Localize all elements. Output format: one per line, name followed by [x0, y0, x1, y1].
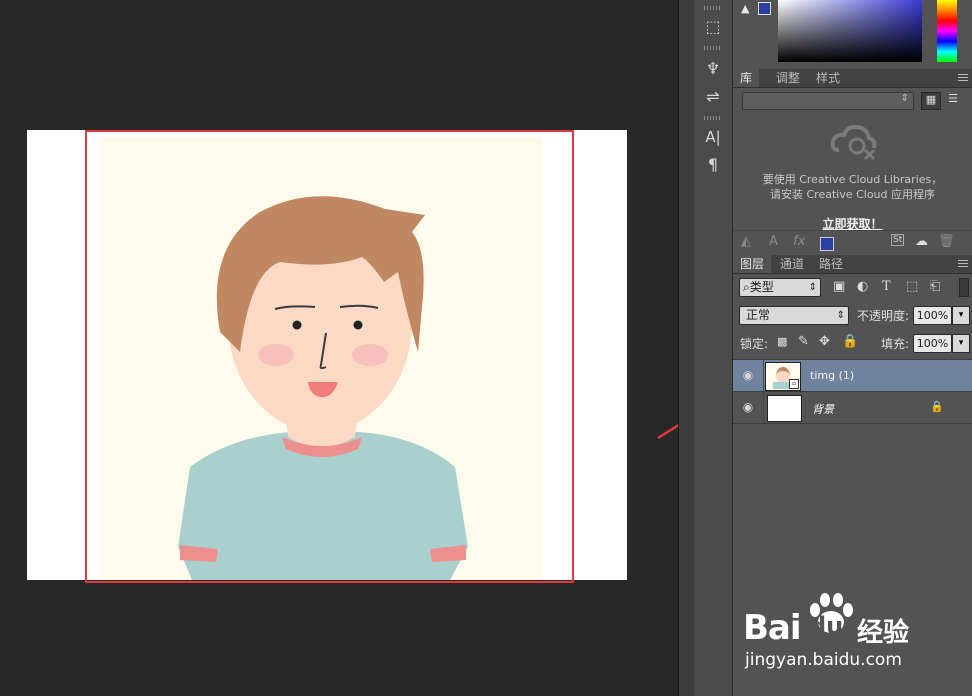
adjust-icon[interactable]: ⇌: [701, 86, 725, 108]
filter-smart-icon[interactable]: ⎗: [930, 279, 940, 294]
tab-styles[interactable]: 样式: [809, 69, 847, 87]
lock-label: 锁定:: [740, 337, 769, 351]
tab-layers[interactable]: 图层: [733, 255, 772, 273]
fill-label: 填充:: [881, 337, 910, 351]
tab-paths[interactable]: 路径: [812, 255, 850, 273]
filter-toggle[interactable]: [959, 278, 969, 297]
stock-icon[interactable]: St: [891, 234, 905, 246]
paragraph-icon[interactable]: ¶: [701, 154, 725, 176]
library-select[interactable]: ⇕: [742, 92, 914, 110]
filter-pixel-icon[interactable]: ▣: [833, 279, 845, 294]
fill-input[interactable]: 100%: [913, 334, 952, 353]
opacity-label: 不透明度:: [857, 309, 910, 323]
add-color-swatch[interactable]: [820, 237, 834, 251]
path-select-icon[interactable]: ⬚: [701, 16, 725, 38]
library-footer: ◭ A fx St ☁ 🗑: [733, 230, 972, 255]
sync-icon[interactable]: ☁: [915, 234, 928, 249]
search-icon: ⌕: [743, 280, 750, 294]
opacity-input[interactable]: 100%: [913, 306, 952, 325]
text-char-icon[interactable]: A|: [701, 126, 725, 148]
lock-all-icon[interactable]: 🔒: [842, 334, 858, 349]
fill-dropdown-icon[interactable]: ▾: [952, 334, 970, 353]
selection-frame: [85, 130, 574, 583]
puppet-icon[interactable]: ♆: [701, 58, 725, 80]
watermark-brand: Bai: [743, 608, 802, 648]
filter-type-icon[interactable]: T: [882, 279, 891, 294]
grip-icon[interactable]: [704, 46, 722, 50]
layer-thumbnail: ▫: [765, 362, 801, 391]
eye-icon[interactable]: ◉: [740, 368, 756, 382]
add-graphic-icon[interactable]: ◭: [741, 234, 751, 249]
panel-menu-icon[interactable]: [958, 260, 968, 268]
layer-row-background[interactable]: ◉ 背景 🔒: [733, 391, 972, 424]
watermark-brand2: du: [809, 612, 844, 640]
tab-library[interactable]: 库: [733, 69, 760, 87]
library-message-2: 请安装 Creative Cloud 应用程序: [769, 188, 936, 201]
lock-icon: 🔒: [930, 400, 944, 413]
layer-row-timg[interactable]: ◉ ▫ timg (1): [733, 359, 972, 391]
lock-transparent-icon[interactable]: ▩: [777, 335, 787, 348]
tab-adjustments[interactable]: 调整: [769, 69, 807, 87]
lock-paint-icon[interactable]: ✎: [798, 334, 809, 349]
filter-kind-select[interactable]: ⌕类型 ⇕: [739, 278, 821, 297]
smart-object-icon: ▫: [789, 379, 799, 389]
layer-thumbnail: [767, 395, 802, 422]
layers-tabbar: 图层 通道 路径: [733, 255, 972, 274]
tab-channels[interactable]: 通道: [773, 255, 811, 273]
creative-cloud-icon: [830, 124, 877, 161]
lock-position-icon[interactable]: ✥: [819, 334, 830, 349]
hue-slider[interactable]: [937, 0, 957, 62]
layer-name[interactable]: 背景: [812, 401, 834, 417]
right-panels: ▲ 库 调整 样式 ⇕ ▦ ☰ 要使用 Creative Cloud Libra…: [733, 0, 972, 696]
list-view-icon[interactable]: ☰: [944, 92, 962, 108]
panel-menu-icon[interactable]: [958, 74, 968, 82]
color-panel: ▲: [733, 0, 972, 68]
layer-name[interactable]: timg (1): [810, 369, 854, 382]
panel-separator[interactable]: [678, 0, 695, 696]
blend-mode-select[interactable]: 正常 ⇕: [739, 306, 849, 325]
library-message-1: 要使用 Creative Cloud Libraries，: [762, 173, 943, 186]
opacity-dropdown-icon[interactable]: ▾: [952, 306, 970, 325]
warning-icon: ▲: [741, 2, 750, 15]
tool-strip: ⬚ ♆ ⇌ A| ¶: [694, 0, 733, 696]
baidu-watermark: Bai du 经验 jingyan.baidu.com: [743, 593, 972, 680]
library-tabbar: 库 调整 样式: [733, 69, 972, 88]
grip-icon[interactable]: [704, 6, 722, 10]
filter-adjustment-icon[interactable]: ◐: [857, 279, 868, 294]
grip-icon[interactable]: [704, 116, 722, 120]
trash-icon[interactable]: 🗑: [938, 234, 955, 249]
filter-kind-value: 类型: [749, 280, 774, 294]
eye-icon[interactable]: ◉: [740, 400, 756, 414]
watermark-url: jingyan.baidu.com: [745, 650, 902, 670]
add-char-style-icon[interactable]: A: [769, 234, 778, 249]
color-field[interactable]: [778, 0, 922, 62]
watermark-cn: 经验: [857, 618, 910, 648]
blend-mode-value: 正常: [746, 308, 771, 322]
add-layer-style-icon[interactable]: fx: [793, 234, 805, 249]
grid-view-icon[interactable]: ▦: [921, 92, 941, 110]
filter-shape-icon[interactable]: ⬚: [906, 279, 918, 294]
color-swatch[interactable]: [758, 2, 771, 15]
